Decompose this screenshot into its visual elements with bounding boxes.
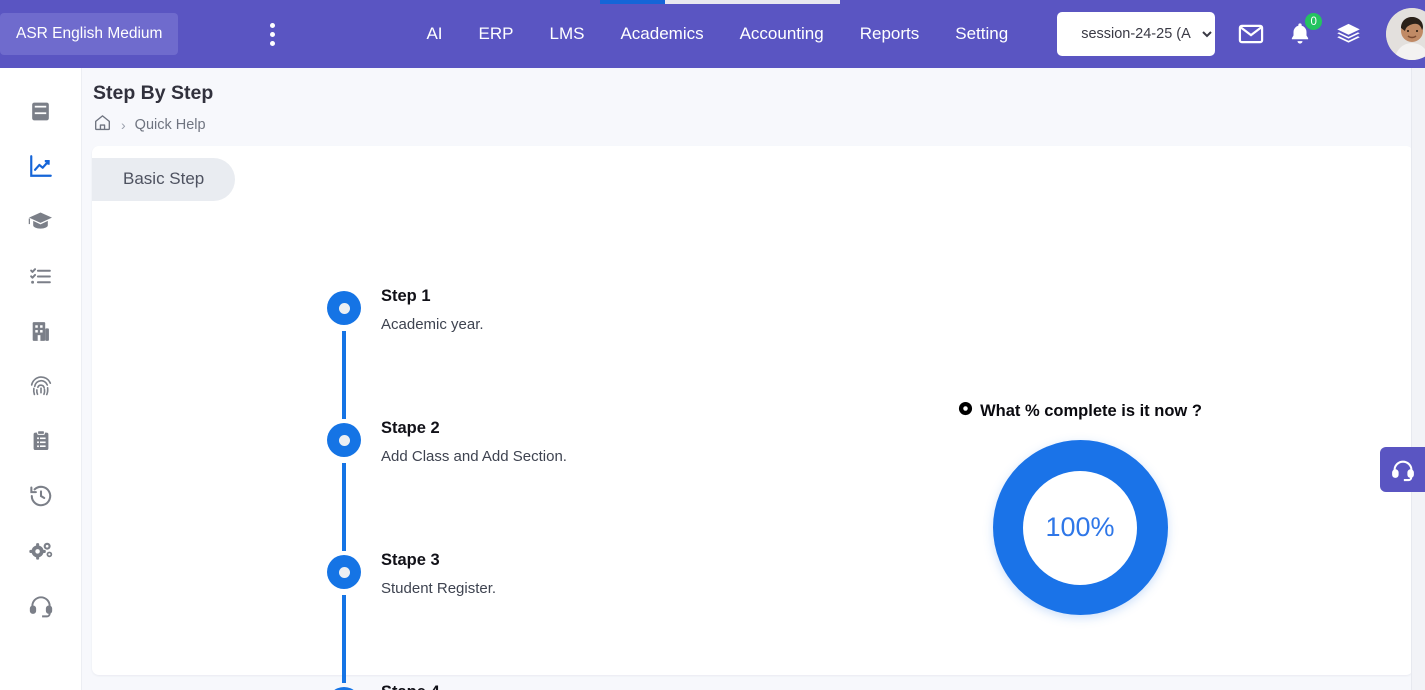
headset-icon [1391, 460, 1414, 481]
dot-center [338, 434, 350, 446]
sidebar-item-dashboard[interactable] [24, 149, 58, 183]
nav-item-ai[interactable]: AI [408, 0, 460, 68]
sidebar-item-reports[interactable] [24, 424, 58, 458]
timeline-dot-icon [327, 423, 361, 457]
top-header: ASR English Medium AI ERP LMS Academics … [0, 0, 1425, 68]
support-chat-button[interactable] [1380, 447, 1425, 492]
timeline-connector [342, 595, 346, 683]
loading-bar-fill [600, 0, 665, 4]
avatar-image [1386, 8, 1425, 60]
timeline-step-desc: Academic year. [381, 316, 484, 333]
sidebar-item-book[interactable] [24, 94, 58, 128]
chart-line-icon [29, 155, 52, 177]
breadcrumb-current: Quick Help [134, 116, 206, 133]
dot-center [338, 566, 350, 578]
timeline-step-title: Stape 2 [381, 419, 440, 437]
sidebar-item-support[interactable] [24, 589, 58, 623]
dot-circle-icon [958, 401, 973, 421]
nav-item-setting[interactable]: Setting [937, 0, 1026, 68]
timeline-step-body: Stape 4 Assign Student. [381, 683, 486, 690]
breadcrumb-separator: › [121, 116, 126, 133]
timeline-step-body: Stape 3 Student Register. [381, 551, 496, 597]
timeline-step-desc: Student Register. [381, 580, 497, 597]
main-content: Step By Step › Quick Help Basic Step Ste… [82, 68, 1425, 690]
home-icon[interactable] [93, 113, 112, 136]
timeline-step-title: Step 1 [381, 287, 431, 305]
timeline-step: Step 1 Academic year. [327, 287, 847, 423]
sidebar-item-settings[interactable] [24, 534, 58, 568]
clipboard-icon [33, 430, 48, 450]
brand-label: ASR English Medium [16, 25, 163, 42]
sidebar-item-biometrics[interactable] [24, 369, 58, 403]
building-icon [32, 321, 49, 341]
dot [270, 31, 276, 37]
timeline-step-body: Stape 2 Add Class and Add Section. [381, 419, 567, 465]
timeline-step-title: Stape 4 [381, 683, 486, 690]
main-navigation: AI ERP LMS Academics Accounting Reports … [408, 0, 1026, 68]
timeline-step-desc: Add Class and Add Section. [381, 448, 567, 465]
checklist-icon [30, 267, 51, 284]
dot-center [338, 302, 350, 314]
headset-icon [29, 596, 52, 618]
tab-basic-step-label: Basic Step [123, 169, 205, 188]
nav-item-accounting[interactable]: Accounting [722, 0, 842, 68]
layers-icon[interactable] [1335, 21, 1362, 48]
dot [270, 22, 276, 28]
timeline-connector [342, 331, 346, 419]
nav-item-reports[interactable]: Reports [842, 0, 938, 68]
completion-heading: What % complete is it now ? [930, 401, 1230, 421]
page-title: Step By Step [93, 82, 214, 104]
page-scrollbar[interactable] [1411, 68, 1425, 690]
timeline-step-title: Stape 3 [381, 551, 440, 569]
breadcrumb: › Quick Help [93, 113, 1425, 136]
history-icon [29, 485, 51, 507]
step-timeline: Step 1 Academic year. Stape 2 Add Class … [327, 287, 847, 690]
timeline-step: Stape 2 Add Class and Add Section. [327, 419, 847, 555]
left-sidebar [0, 68, 82, 690]
page-header: Step By Step › Quick Help [82, 68, 1425, 136]
nav-item-erp[interactable]: ERP [461, 0, 532, 68]
sidebar-item-history[interactable] [24, 479, 58, 513]
dot [270, 40, 276, 46]
book-icon [32, 102, 49, 120]
vertical-dots-icon[interactable] [270, 17, 276, 51]
timeline-step: Stape 3 Student Register. [327, 551, 847, 687]
bell-icon[interactable]: 0 [1287, 12, 1324, 47]
sidebar-item-academics[interactable] [24, 204, 58, 238]
graduation-cap-icon [28, 212, 52, 229]
content-card: Basic Step Step 1 Academic year. Stape 2… [92, 146, 1413, 690]
tab-basic-step[interactable]: Basic Step [92, 158, 236, 201]
session-select[interactable]: session-24-25 (A [1057, 12, 1216, 56]
avatar[interactable] [1386, 8, 1425, 60]
brand-button[interactable]: ASR English Medium [0, 13, 179, 55]
nav-item-lms[interactable]: LMS [531, 0, 602, 68]
timeline-dot-icon [327, 555, 361, 589]
fingerprint-icon [30, 376, 51, 396]
nav-item-academics[interactable]: Academics [602, 0, 721, 68]
sidebar-item-institution[interactable] [24, 314, 58, 348]
completion-donut-chart: 100% [992, 440, 1168, 615]
timeline-dot-icon [327, 291, 361, 325]
completion-heading-label: What % complete is it now ? [980, 401, 1202, 420]
timeline-step-body: Step 1 Academic year. [381, 287, 484, 333]
timeline-connector [342, 463, 346, 551]
completion-value: 100% [1045, 512, 1115, 542]
notification-badge: 0 [1304, 12, 1324, 31]
gears-icon [29, 542, 53, 560]
page-loading-bar [600, 0, 840, 4]
sidebar-item-checklist[interactable] [24, 259, 58, 293]
completion-widget: What % complete is it now ? 100% [930, 401, 1230, 615]
envelope-icon[interactable] [1237, 20, 1265, 48]
